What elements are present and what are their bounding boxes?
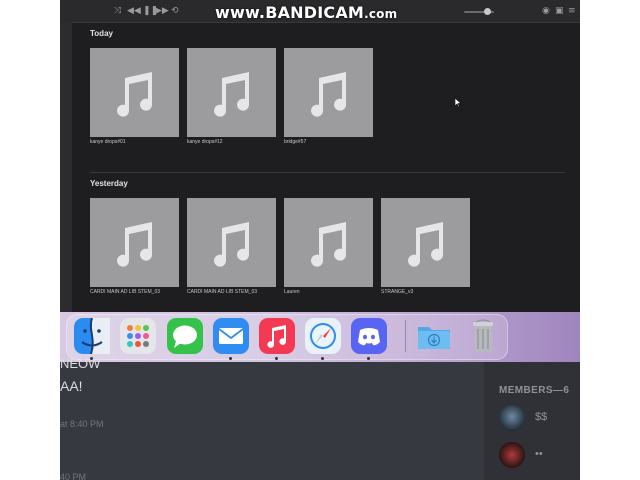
desktop-screen: ⤨ ◀◀ ❚❚ ▶▶ ⟲ ◉ ▣ ≡ www.BANDICAM.com Toda… (60, 0, 580, 480)
chat-message-text: NEOW (60, 356, 101, 371)
running-indicator (367, 357, 370, 360)
song-tile[interactable] (381, 198, 470, 287)
next-icon[interactable]: ▶▶ (155, 5, 169, 17)
music-note-icon (117, 222, 153, 267)
song-tile[interactable] (90, 198, 179, 287)
member-item[interactable]: •• (499, 442, 579, 468)
song-title: Lauren (284, 289, 300, 295)
envelope-icon (218, 328, 244, 344)
running-indicator (321, 357, 324, 360)
messages-icon[interactable] (167, 318, 203, 354)
song-title: CARDI MAIN AD LIB STEM_03 (187, 289, 258, 295)
song-tile[interactable] (187, 198, 276, 287)
section-divider (90, 172, 565, 173)
music-note-icon (408, 222, 444, 267)
message-timestamp: at 8:40 PM (60, 419, 104, 429)
finder-icon[interactable] (74, 318, 110, 354)
music-note-icon (214, 72, 250, 117)
discord-window: NEOW AA! at 8:40 PM 40 PM MEMBERS—6 $$ •… (60, 356, 580, 480)
avatar (499, 442, 525, 468)
downloads-folder-icon[interactable] (416, 318, 452, 354)
launchpad-icon[interactable] (120, 318, 156, 354)
volume-knob[interactable] (484, 8, 491, 15)
music-note-icon (214, 222, 250, 267)
lyrics-icon[interactable]: ▣ (555, 5, 564, 17)
folder-download-icon (418, 327, 450, 349)
dock (60, 312, 580, 362)
member-name: $$ (535, 411, 548, 423)
mail-icon[interactable] (213, 318, 249, 354)
trash-icon[interactable] (465, 318, 501, 354)
music-toolbar: ⤨ ◀◀ ❚❚ ▶▶ ⟲ ◉ ▣ ≡ www.BANDICAM.com (60, 0, 580, 23)
sidebar-edge (60, 22, 72, 318)
music-note-icon (267, 325, 287, 348)
dock-separator (405, 320, 406, 352)
member-item[interactable]: $$ (499, 405, 579, 431)
previous-icon[interactable]: ◀◀ (127, 5, 141, 17)
music-icon[interactable] (259, 318, 295, 354)
repeat-icon[interactable]: ⟲ (171, 5, 179, 17)
song-tile[interactable] (284, 198, 373, 287)
song-title: STRANGE_v3 (381, 289, 414, 295)
speech-bubble-icon (173, 325, 197, 348)
running-indicator (229, 357, 232, 360)
queue-icon[interactable]: ≡ (568, 5, 576, 17)
discord-logo-icon (358, 328, 380, 346)
shuffle-icon[interactable]: ⤨ (114, 5, 121, 17)
app-grid-icon (127, 325, 149, 347)
watermark-suffix: .com (364, 7, 398, 21)
section-heading-today: Today (90, 29, 113, 38)
discord-icon[interactable] (351, 318, 387, 354)
watermark-main: www.BANDICAM (215, 3, 365, 22)
music-note-icon (311, 72, 347, 117)
finder-face-icon (81, 318, 110, 354)
song-title: kanye drops#12 (187, 139, 223, 145)
song-title: bridge#57 (284, 139, 307, 145)
account-icon[interactable]: ◉ (542, 5, 550, 17)
avatar (499, 405, 525, 431)
song-tile[interactable] (187, 48, 276, 137)
song-title: CARDI MAIN AD LIB STEM_03 (90, 289, 161, 295)
music-note-icon (311, 222, 347, 267)
chat-message-text: AA! (60, 378, 83, 394)
safari-icon[interactable] (305, 318, 341, 354)
music-app-window: ⤨ ◀◀ ❚❚ ▶▶ ⟲ ◉ ▣ ≡ www.BANDICAM.com Toda… (60, 0, 580, 318)
bandicam-watermark: www.BANDICAM.com (215, 3, 397, 22)
section-heading-yesterday: Yesterday (90, 179, 128, 188)
trash-can-icon (473, 319, 493, 352)
members-header: MEMBERS—6 (499, 385, 570, 396)
compass-icon (310, 323, 336, 349)
members-list-panel: MEMBERS—6 $$ •• (484, 362, 580, 480)
music-note-icon (117, 72, 153, 117)
member-name: •• (535, 448, 543, 460)
mouse-cursor-icon (455, 98, 461, 107)
song-title: kanye drops#01 (90, 139, 126, 145)
song-tile[interactable] (90, 48, 179, 137)
song-tile[interactable] (284, 48, 373, 137)
running-indicator (275, 357, 278, 360)
message-timestamp: 40 PM (60, 472, 87, 480)
